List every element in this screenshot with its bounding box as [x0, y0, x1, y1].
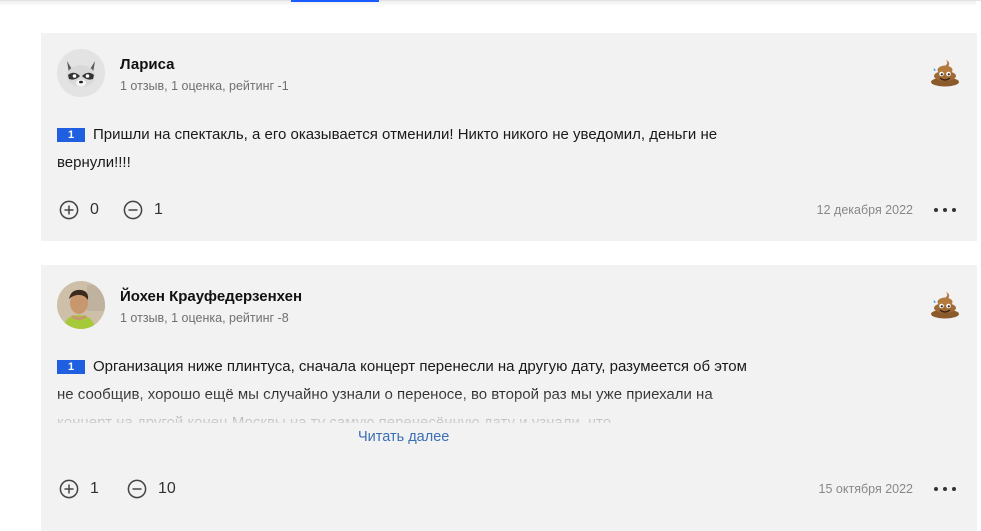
more-dots-icon — [934, 208, 956, 212]
review-date: 15 октября 2022 — [818, 482, 913, 496]
author-stats: 1 отзыв, 1 оценка, рейтинг -8 — [120, 311, 289, 325]
dislike-count: 10 — [158, 480, 176, 497]
more-options-button[interactable] — [933, 205, 957, 215]
author-name[interactable]: Йохен Крауфедерзенхен — [120, 288, 302, 305]
vote-actions: 0 1 — [59, 198, 166, 222]
like-count: 1 — [90, 480, 99, 497]
text-fade-overlay — [57, 389, 777, 425]
active-tab-indicator — [291, 0, 379, 2]
like-button[interactable]: 1 — [59, 479, 102, 499]
poo-emoji-icon — [930, 291, 960, 319]
avatar[interactable] — [57, 281, 105, 329]
more-options-button[interactable] — [933, 484, 957, 494]
dislike-button[interactable]: 1 — [123, 200, 166, 220]
minus-circle-icon — [127, 479, 147, 499]
review-text: 1 Пришли на спектакль, а его оказывается … — [57, 121, 757, 177]
review-card: Йохен Крауфедерзенхен 1 отзыв, 1 оценка,… — [41, 265, 977, 531]
read-more-link[interactable]: Читать далее — [358, 429, 449, 445]
review-date: 12 декабря 2022 — [816, 203, 913, 217]
top-divider — [0, 0, 981, 8]
more-dots-icon — [934, 487, 956, 491]
rating-badge: 1 — [57, 128, 85, 142]
review-card: Лариса 1 отзыв, 1 оценка, рейтинг -1 1 Пр… — [41, 33, 977, 241]
rating-badge: 1 — [57, 360, 85, 374]
user-photo-avatar-icon — [57, 281, 105, 329]
review-text-content: Пришли на спектакль, а его оказывается о… — [57, 126, 718, 171]
author-stats: 1 отзыв, 1 оценка, рейтинг -1 — [120, 79, 289, 93]
dislike-count: 1 — [154, 201, 163, 218]
like-count: 0 — [90, 201, 99, 218]
plus-circle-icon — [59, 200, 79, 220]
top-line — [0, 0, 981, 1]
avatar[interactable] — [57, 49, 105, 97]
plus-circle-icon — [59, 479, 79, 499]
raccoon-avatar-icon — [57, 49, 105, 97]
poo-emoji-icon — [930, 59, 960, 87]
minus-circle-icon — [123, 200, 143, 220]
author-name[interactable]: Лариса — [120, 56, 175, 73]
vote-actions: 1 10 — [59, 477, 176, 501]
like-button[interactable]: 0 — [59, 200, 102, 220]
top-shadow — [0, 1, 976, 6]
dislike-button[interactable]: 10 — [127, 479, 176, 499]
